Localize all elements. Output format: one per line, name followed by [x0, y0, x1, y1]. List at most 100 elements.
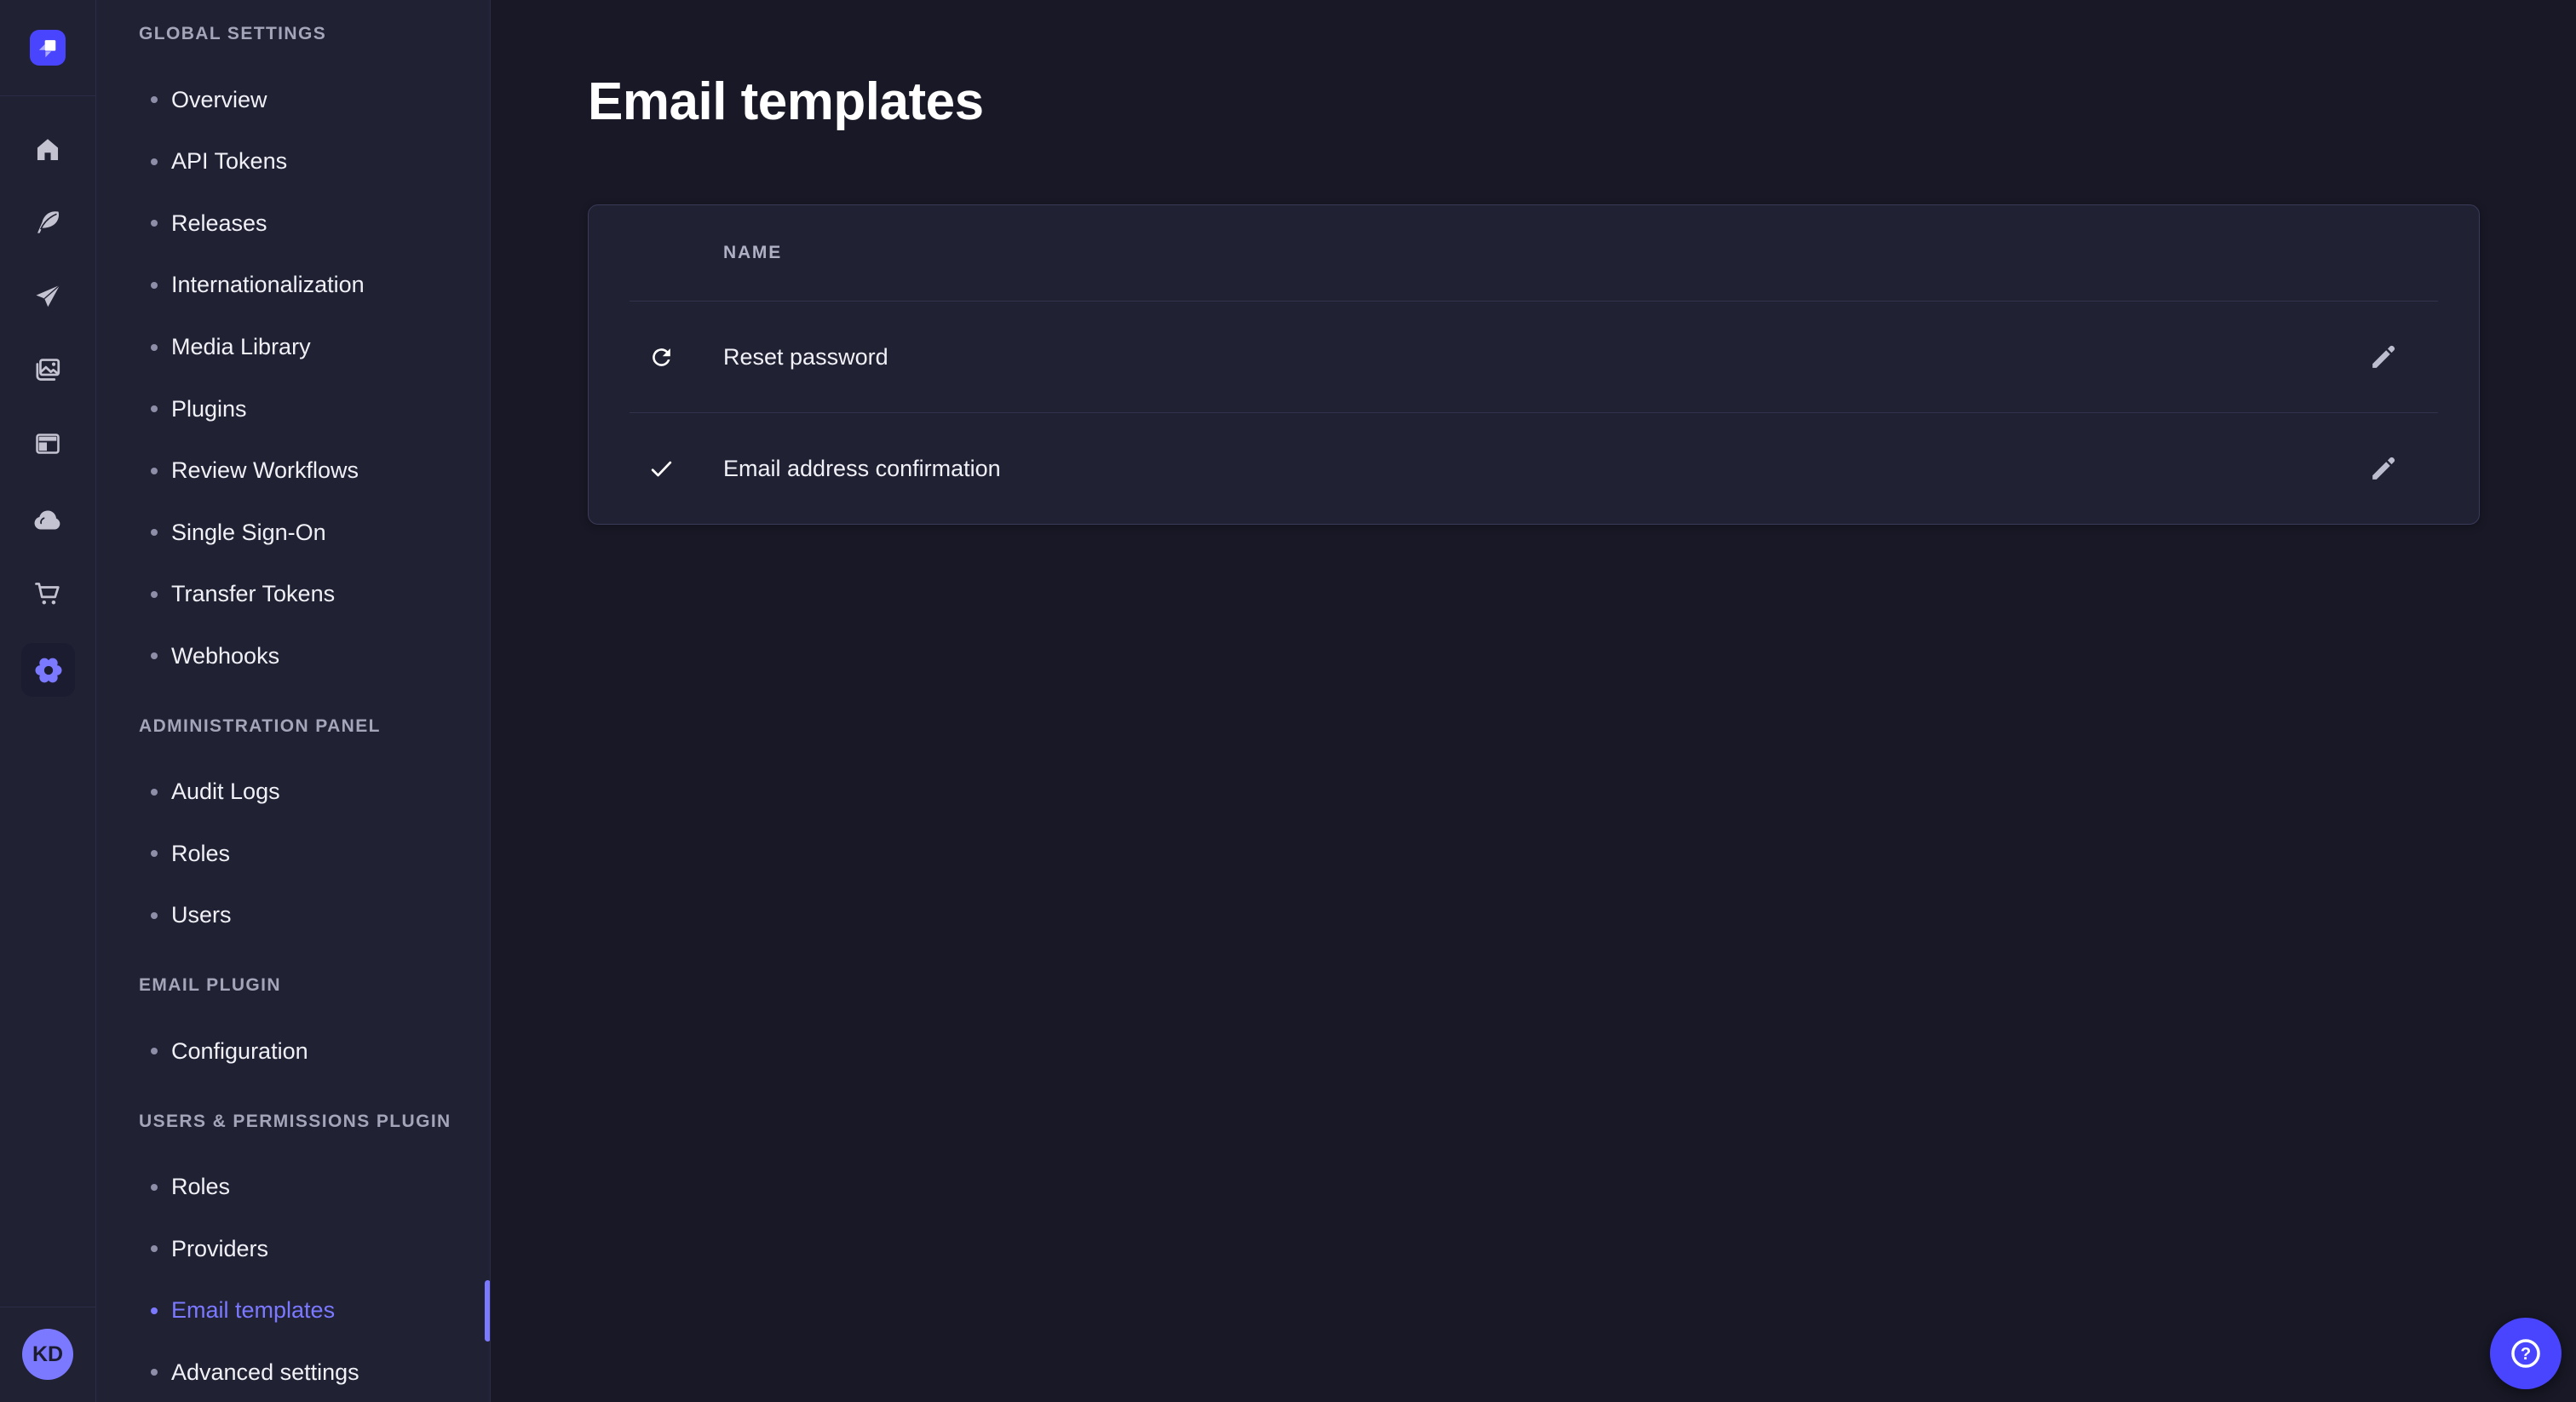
subnav-item-webhooks[interactable]: Webhooks [96, 625, 490, 687]
bullet-dot [151, 158, 158, 165]
question-mark-icon: ? [2507, 1335, 2544, 1372]
subnav-section-label: GLOBAL SETTINGS [96, 3, 490, 65]
subnav-item-audit-logs[interactable]: Audit Logs [96, 761, 490, 823]
table-row: Email address confirmation [630, 412, 2438, 524]
home-nav-button[interactable] [27, 129, 68, 170]
subnav-item-roles[interactable]: Roles [96, 823, 490, 884]
subnav-item-roles[interactable]: Roles [96, 1156, 490, 1217]
subnav-item-media-library[interactable]: Media Library [96, 316, 490, 377]
subnav-item-label: Webhooks [171, 643, 279, 669]
svg-text:?: ? [2521, 1345, 2531, 1364]
strapi-logo[interactable] [30, 30, 66, 66]
marketplace-icon [32, 578, 63, 609]
subnav-item-providers[interactable]: Providers [96, 1218, 490, 1279]
subnav-section-label: EMAIL PLUGIN [96, 955, 490, 1016]
logo-area [0, 0, 95, 96]
table-row: Reset password [630, 301, 2438, 412]
subnav-item-single-sign-on[interactable]: Single Sign-On [96, 502, 490, 563]
strapi-settings-app: KD GLOBAL SETTINGS Overview API Tokens Rele… [0, 0, 2576, 1402]
column-header-name: NAME [723, 243, 782, 263]
subnav-item-email-templates[interactable]: Email templates [96, 1280, 490, 1342]
page-title: Email templates [588, 72, 984, 132]
media-library-nav-button[interactable] [27, 350, 68, 391]
subnav-item-label: Advanced settings [171, 1359, 359, 1386]
edit-template-button[interactable] [2363, 336, 2404, 377]
bullet-dot [151, 1184, 158, 1191]
strapi-logo-glyph [30, 30, 66, 66]
subnav-item-label: Overview [171, 87, 267, 113]
releases-icon [32, 282, 63, 313]
subnav-item-label: API Tokens [171, 148, 287, 175]
subnav-item-plugins[interactable]: Plugins [96, 378, 490, 440]
subnav-item-label: Media Library [171, 334, 311, 360]
bullet-dot [151, 591, 158, 598]
refresh-icon [648, 344, 675, 371]
cloud-nav-button[interactable] [27, 499, 68, 540]
marketplace-nav-button[interactable] [27, 573, 68, 614]
check-icon [647, 455, 676, 483]
settings-icon [32, 653, 66, 687]
subnav-section-label: ADMINISTRATION PANEL [96, 696, 490, 757]
bullet-dot [151, 850, 158, 857]
main-content: Email templates NAME Reset password Email… [492, 0, 2576, 1402]
check-icon [647, 454, 676, 483]
content-type-builder-nav-button[interactable] [27, 202, 68, 243]
subnav-item-label: Plugins [171, 396, 247, 422]
edit-template-button[interactable] [2363, 448, 2404, 489]
content-type-builder-icon [32, 207, 63, 238]
bullet-dot [151, 789, 158, 796]
bullet-dot [151, 529, 158, 536]
subnav-item-label: Configuration [171, 1038, 308, 1065]
subnav-section-label: USERS & PERMISSIONS PLUGIN [96, 1090, 490, 1152]
subnav-item-review-workflows[interactable]: Review Workflows [96, 440, 490, 502]
subnav-item-label: Audit Logs [171, 779, 280, 805]
avatar[interactable]: KD [22, 1329, 73, 1380]
subnav-item-label: Releases [171, 210, 267, 237]
subnav-item-label: Providers [171, 1236, 268, 1262]
subnav-item-transfer-tokens[interactable]: Transfer Tokens [96, 564, 490, 625]
pencil-icon [2367, 341, 2400, 373]
subnav-item-label: Internationalization [171, 272, 365, 298]
subnav-item-advanced-settings[interactable]: Advanced settings [96, 1342, 490, 1402]
subnav-item-label: Roles [171, 841, 230, 867]
refresh-icon [647, 342, 676, 371]
home-icon [33, 135, 62, 164]
bullet-dot [151, 1307, 158, 1314]
bullet-dot [151, 96, 158, 103]
subnav-item-api-tokens[interactable]: API Tokens [96, 131, 490, 192]
cloud-icon [31, 503, 65, 537]
bullet-dot [151, 220, 158, 227]
bullet-dot [151, 1245, 158, 1252]
subnav-item-internationalization[interactable]: Internationalization [96, 255, 490, 316]
bullet-dot [151, 1369, 158, 1376]
bullet-dot [151, 344, 158, 351]
subnav-item-label: Single Sign-On [171, 520, 326, 546]
avatar-initials: KD [32, 1342, 63, 1367]
bullet-dot [151, 282, 158, 289]
bullet-dot [151, 1048, 158, 1054]
content-manager-icon [33, 429, 62, 458]
subnav-item-overview[interactable]: Overview [96, 69, 490, 130]
bullet-dot [151, 652, 158, 659]
content-manager-nav-button[interactable] [27, 423, 68, 464]
main-nav-sidebar: KD [0, 0, 96, 1402]
bullet-dot [151, 405, 158, 412]
subnav-item-configuration[interactable]: Configuration [96, 1020, 490, 1082]
bullet-dot [151, 468, 158, 474]
subnav-item-label: Transfer Tokens [171, 581, 335, 607]
subnav-item-releases[interactable]: Releases [96, 192, 490, 254]
help-button[interactable]: ? [2490, 1318, 2562, 1389]
media-library-icon [32, 355, 63, 386]
subnav-item-label: Review Workflows [171, 457, 359, 484]
template-name: Email address confirmation [723, 456, 1001, 482]
table-header: NAME [589, 205, 2479, 301]
template-name: Reset password [723, 344, 888, 371]
bullet-dot [151, 912, 158, 919]
sidebar-item-settings-active[interactable] [21, 643, 75, 697]
subnav-item-label: Roles [171, 1174, 230, 1200]
email-templates-card: NAME Reset password Email address confirm… [588, 204, 2480, 525]
settings-subnav: GLOBAL SETTINGS Overview API Tokens Release… [96, 0, 491, 1402]
subnav-item-label: Email templates [171, 1297, 335, 1324]
releases-nav-button[interactable] [27, 277, 68, 318]
subnav-item-users[interactable]: Users [96, 885, 490, 946]
